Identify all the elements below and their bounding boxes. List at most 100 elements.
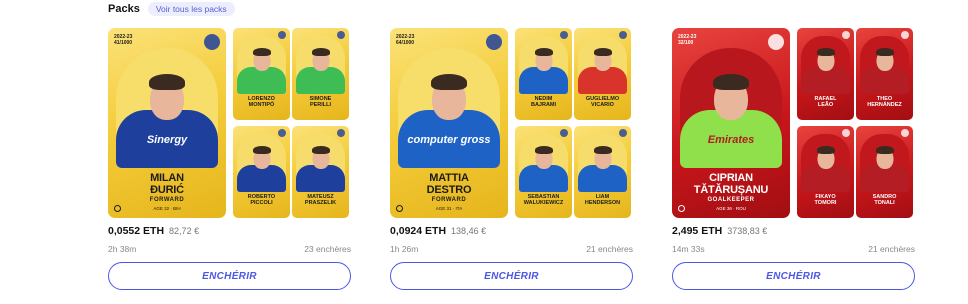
player-card[interactable]: THEO HERNÁNDEZ <box>856 28 913 120</box>
player-name: SANDRO TONALI <box>856 194 913 206</box>
player-photo <box>801 134 850 192</box>
player-meta: AGE 31 · ITA <box>435 206 463 211</box>
player-card[interactable]: RAFAEL LEÃO <box>797 28 854 120</box>
time-remaining: 1h 26m <box>390 244 419 254</box>
pack-cards[interactable]: 2022-23 32/100 Emirates CIPRIAN TĂTĂRUȘA… <box>672 28 915 220</box>
player-photo <box>578 36 627 94</box>
player-card[interactable]: FIKAYO TOMORI <box>797 126 854 218</box>
player-photo <box>296 134 345 192</box>
player-name: GUGLIELMO VICARIO <box>574 96 631 108</box>
bid-count: 21 enchères <box>586 244 633 254</box>
bid-button[interactable]: ENCHÉRIR <box>672 262 915 290</box>
card-scarcity: 2022-23 32/100 <box>678 34 697 46</box>
club-logo-icon <box>560 129 568 137</box>
card-scarcity: 2022-23 64/1000 <box>396 34 415 46</box>
eth-price: 2,495 ETH <box>672 225 723 237</box>
player-meta: AGE 32 · BIH <box>153 206 181 211</box>
player-photo <box>237 36 286 94</box>
player-name: RAFAEL LEÃO <box>797 96 854 108</box>
see-all-packs-link[interactable]: Voir tous les packs <box>147 1 235 17</box>
pack-item[interactable]: 2022-23 64/1000 computer gross MATTIA DE… <box>390 28 633 292</box>
player-name: CIPRIAN TĂTĂRUȘANU <box>672 172 790 196</box>
featured-player-card[interactable]: 2022-23 32/100 Emirates CIPRIAN TĂTĂRUȘA… <box>672 28 790 218</box>
player-card[interactable]: SANDRO TONALI <box>856 126 913 218</box>
time-remaining: 2h 38m <box>108 244 137 254</box>
player-card[interactable]: LORENZO MONTIPÒ <box>233 28 290 120</box>
player-name: LIAM HENDERSON <box>574 194 631 206</box>
player-name: FIKAYO TOMORI <box>797 194 854 206</box>
bid-button[interactable]: ENCHÉRIR <box>108 262 351 290</box>
player-card[interactable]: LIAM HENDERSON <box>574 126 631 218</box>
player-last-name: WALUKIEWICZ <box>523 200 564 206</box>
star-icon <box>678 205 685 212</box>
player-meta: AGE 36 · ROU <box>716 206 746 211</box>
pack-item[interactable]: 2022-23 41/1000 Sinergy MILAN ĐURIĆ FORW… <box>108 28 351 292</box>
club-logo-icon <box>278 31 286 39</box>
player-name: THEO HERNÁNDEZ <box>856 96 913 108</box>
eth-price: 0,0924 ETH <box>390 225 447 237</box>
club-logo-icon <box>619 129 627 137</box>
club-logo-icon <box>842 31 850 39</box>
player-card[interactable]: SIMONE PERILLI <box>292 28 349 120</box>
featured-player-card[interactable]: 2022-23 41/1000 Sinergy MILAN ĐURIĆ FORW… <box>108 28 226 218</box>
player-photo: Sinergy <box>116 48 218 168</box>
packs-header: Packs Voir tous les packs <box>108 0 235 18</box>
featured-player-card[interactable]: 2022-23 64/1000 computer gross MATTIA DE… <box>390 28 508 218</box>
player-first-name: MATTIA <box>429 172 469 184</box>
pack-item[interactable]: 2022-23 32/100 Emirates CIPRIAN TĂTĂRUȘA… <box>672 28 915 292</box>
club-logo-icon <box>337 31 345 39</box>
club-logo-icon <box>842 129 850 137</box>
bid-count: 21 enchères <box>868 244 915 254</box>
club-logo-icon <box>768 34 784 50</box>
shirt-sponsor-text: Emirates <box>707 134 755 146</box>
player-first-name: MILAN <box>150 172 184 184</box>
card-scarcity: 2022-23 41/1000 <box>114 34 133 46</box>
player-last-name: ĐURIĆ <box>150 184 184 196</box>
bid-button[interactable]: ENCHÉRIR <box>390 262 633 290</box>
player-last-name: PICCOLI <box>250 200 273 206</box>
pack-cards[interactable]: 2022-23 64/1000 computer gross MATTIA DE… <box>390 28 633 220</box>
player-last-name: LEÃO <box>817 102 834 108</box>
player-photo <box>237 134 286 192</box>
player-last-name: BAJRAMI <box>530 102 557 108</box>
price-row: 0,0552 ETH 82,72 € <box>108 225 199 237</box>
eth-price: 0,0552 ETH <box>108 225 165 237</box>
bid-count: 23 enchères <box>304 244 351 254</box>
player-last-name: TOMORI <box>814 200 837 206</box>
player-card[interactable]: GUGLIELMO VICARIO <box>574 28 631 120</box>
section-title: Packs <box>108 3 140 15</box>
pack-cards[interactable]: 2022-23 41/1000 Sinergy MILAN ĐURIĆ FORW… <box>108 28 351 220</box>
player-card[interactable]: SEBASTIAN WALUKIEWICZ <box>515 126 572 218</box>
club-logo-icon <box>337 129 345 137</box>
price-row: 2,495 ETH 3738,83 € <box>672 225 767 237</box>
club-logo-icon <box>901 31 909 39</box>
player-photo <box>578 134 627 192</box>
player-last-name: TONALI <box>874 200 895 206</box>
player-photo <box>801 36 850 94</box>
player-last-name: HENDERSON <box>584 200 621 206</box>
player-photo: computer gross <box>398 48 500 168</box>
player-card[interactable]: NEDIM BAJRAMI <box>515 28 572 120</box>
fiat-price: 3738,83 € <box>727 226 768 236</box>
player-card[interactable]: ROBERTO PICCOLI <box>233 126 290 218</box>
player-last-name: PERILLI <box>309 102 332 108</box>
club-logo-icon <box>486 34 502 50</box>
time-remaining: 14m 33s <box>672 244 705 254</box>
star-icon <box>114 205 121 212</box>
club-logo-icon <box>560 31 568 39</box>
price-row: 0,0924 ETH 138,46 € <box>390 225 486 237</box>
player-position: FORWARD <box>149 197 185 203</box>
player-last-name: HERNÁNDEZ <box>867 102 902 108</box>
shirt-sponsor-text: computer gross <box>407 134 491 146</box>
player-card[interactable]: MATEUSZ PRASZELIK <box>292 126 349 218</box>
auction-info: 14m 33s 21 enchères <box>672 244 915 254</box>
fiat-price: 138,46 € <box>451 226 487 236</box>
player-photo <box>519 134 568 192</box>
auction-info: 1h 26m 21 enchères <box>390 244 633 254</box>
fiat-price: 82,72 € <box>169 226 200 236</box>
player-last-name: VICARIO <box>591 102 614 108</box>
player-name: MILAN ĐURIĆ <box>108 172 226 196</box>
player-position: GOALKEEPER <box>707 197 755 203</box>
player-name: SEBASTIAN WALUKIEWICZ <box>515 194 572 206</box>
player-name: ROBERTO PICCOLI <box>233 194 290 206</box>
